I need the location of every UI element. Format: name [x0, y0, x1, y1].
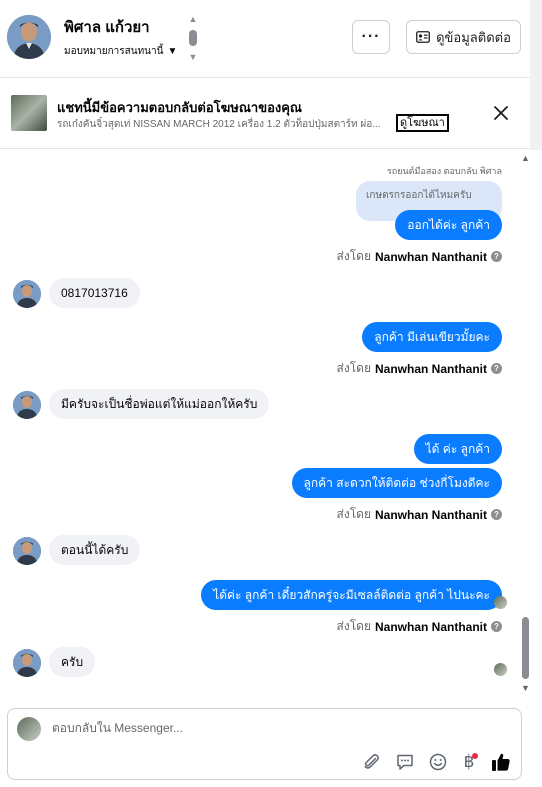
outgoing-message[interactable]: ลูกค้า สะดวกให้ติดต่อ ช่วงกี่โมงดีคะ	[291, 468, 502, 498]
outgoing-message[interactable]: ออกได้ค่ะ ลูกค้า	[395, 210, 502, 240]
scroll-down-icon[interactable]: ▼	[521, 683, 530, 693]
sent-by-line: ส่งโดย Nanwhan Nanthanit ?	[337, 247, 502, 266]
emoji-icon	[429, 753, 447, 771]
ad-description: รถเก๋งคันจิ๋วสุดเท่ NISSAN MARCH 2012 เค…	[57, 119, 381, 130]
sent-by-prefix: ส่งโดย	[336, 619, 371, 633]
contact-info-label: ดูข้อมูลติดต่อ	[436, 29, 511, 45]
help-icon[interactable]: ?	[491, 251, 502, 262]
agent-name: Nanwhan Nanthanit	[374, 619, 487, 634]
like-button[interactable]	[490, 751, 512, 773]
contact-avatar-small[interactable]	[13, 391, 41, 419]
sent-by-prefix: ส่งโดย	[336, 249, 371, 263]
incoming-message[interactable]: มีครับจะเป็นชื่อพ่อแต่ให้แม่ออกให้ครับ	[49, 389, 270, 419]
contact-avatar-small[interactable]	[13, 280, 41, 308]
outgoing-message[interactable]: ได้ ค่ะ ลูกค้า	[413, 434, 502, 464]
help-icon[interactable]: ?	[491, 509, 502, 520]
saved-reply-icon	[397, 754, 413, 770]
outgoing-message[interactable]: ลูกค้า มีเล่นเขียวมั้ยคะ	[362, 322, 502, 352]
contact-avatar-small[interactable]	[13, 649, 41, 677]
outgoing-message[interactable]: ได้ค่ะ ลูกค้า เดี๋ยวสักครู่จะมีเซลล์ติดต…	[201, 580, 502, 610]
notification-dot	[472, 753, 478, 759]
attach-icon	[364, 754, 379, 769]
help-icon[interactable]: ?	[491, 621, 502, 632]
page-avatar	[17, 717, 41, 741]
attach-button[interactable]	[361, 751, 383, 773]
sent-by-prefix: ส่งโดย	[336, 507, 371, 521]
assign-label: มอบหมายการสนทนานี้	[64, 46, 164, 57]
caret-down-icon: ▼	[167, 46, 178, 57]
view-contact-info-button[interactable]: ดูข้อมูลติดต่อ	[406, 20, 521, 54]
chevron-down-icon[interactable]: ▼	[189, 52, 198, 62]
conversation-header: พิศาล แก้วยา มอบหมายการสนทนานี้ ▼ ▲ ▼ ··…	[0, 0, 530, 78]
stepper-handle	[189, 30, 197, 46]
saved-replies-button[interactable]	[394, 751, 416, 773]
assign-conversation-dropdown[interactable]: มอบหมายการสนทนานี้ ▼	[64, 44, 177, 59]
ad-banner-title: แชทนี้มีข้อความตอบกลับต่อโฆษณาของคุณ	[57, 100, 302, 115]
close-icon[interactable]	[491, 103, 511, 123]
message-composer: ฿	[7, 708, 522, 780]
contact-name[interactable]: พิศาล แก้วยา	[64, 15, 150, 39]
sent-by-line: ส่งโดย Nanwhan Nanthanit ?	[337, 505, 502, 524]
contact-card-icon	[416, 31, 430, 43]
reply-reference: รถยนต์มือสอง ตอบกลับ พิศาล	[386, 166, 502, 176]
ad-reply-banner: แชทนี้มีข้อความตอบกลับต่อโฆษณาของคุณ รถเ…	[0, 79, 530, 149]
conversation-stepper[interactable]: ▲ ▼	[187, 14, 199, 62]
page-scrollbar-track	[530, 0, 542, 150]
chevron-up-icon[interactable]: ▲	[189, 14, 198, 24]
payment-button[interactable]: ฿	[458, 751, 480, 773]
ad-thumbnail	[11, 95, 47, 131]
scroll-up-icon[interactable]: ▲	[521, 153, 530, 163]
sent-by-line: ส่งโดย Nanwhan Nanthanit ?	[337, 617, 502, 636]
like-icon	[492, 753, 510, 771]
more-options-button[interactable]: ···	[352, 20, 390, 54]
contact-avatar[interactable]	[7, 15, 51, 59]
incoming-message[interactable]: 0817013716	[49, 278, 140, 308]
seen-indicator-avatar	[494, 596, 507, 609]
incoming-message[interactable]: ครับ	[49, 647, 96, 677]
reply-input[interactable]	[52, 721, 472, 735]
incoming-message[interactable]: ตอนนี้ได้ครับ	[49, 535, 141, 565]
emoji-button[interactable]	[427, 751, 449, 773]
sent-by-prefix: ส่งโดย	[336, 361, 371, 375]
agent-name: Nanwhan Nanthanit	[374, 507, 487, 522]
more-icon: ···	[361, 28, 381, 45]
help-icon[interactable]: ?	[491, 363, 502, 374]
contact-avatar-small[interactable]	[13, 537, 41, 565]
sent-by-line: ส่งโดย Nanwhan Nanthanit ?	[337, 359, 502, 378]
agent-name: Nanwhan Nanthanit	[374, 249, 487, 264]
view-ad-link[interactable]: ดูโฆษณา	[396, 114, 449, 132]
agent-name: Nanwhan Nanthanit	[374, 361, 487, 376]
scrollbar-thumb[interactable]	[522, 617, 529, 679]
seen-indicator-avatar	[494, 663, 507, 676]
